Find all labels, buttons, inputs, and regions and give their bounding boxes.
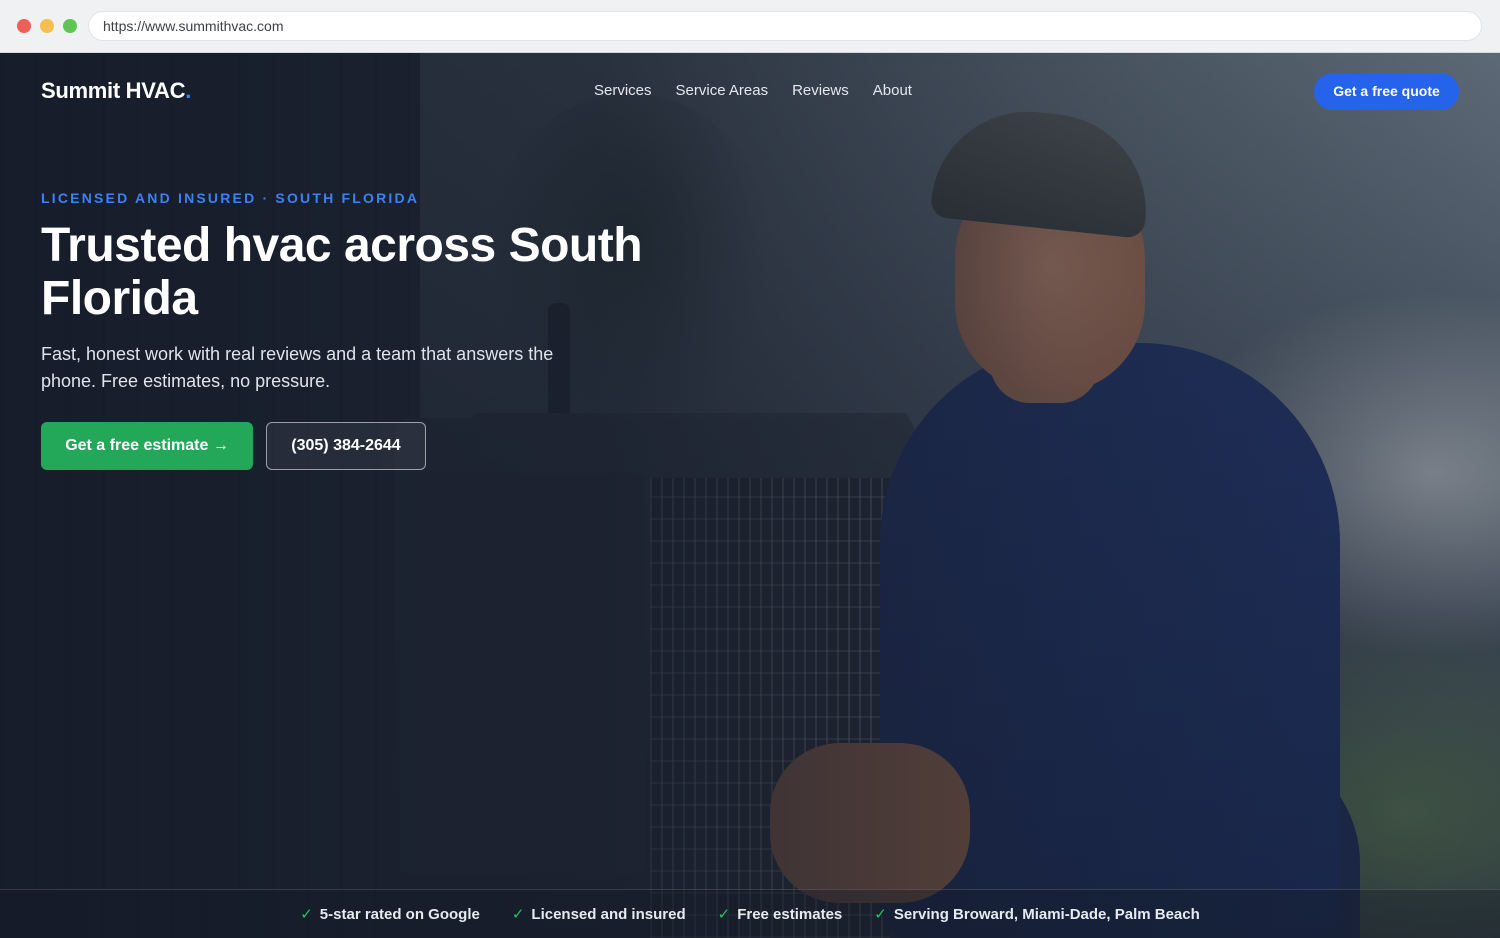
hero-headline: Trusted hvac across South Florida xyxy=(41,219,643,325)
logo-text: Summit HVAC xyxy=(41,78,186,103)
phone-call-button[interactable]: (305) 384-2644 xyxy=(266,422,426,470)
hero-eyebrow: LICENSED AND INSURED · SOUTH FLORIDA xyxy=(41,190,420,206)
nav-link-services[interactable]: Services xyxy=(594,82,652,99)
check-icon: ✓ xyxy=(874,906,887,923)
get-free-estimate-button[interactable]: Get a free estimate → xyxy=(41,422,253,470)
close-window-icon[interactable] xyxy=(17,19,31,33)
trust-item: ✓ 5-star rated on Google xyxy=(300,905,480,924)
trust-item: ✓ Serving Broward, Miami-Dade, Palm Beac… xyxy=(874,905,1200,924)
trust-item: ✓ Free estimates xyxy=(717,905,843,924)
check-icon: ✓ xyxy=(300,906,313,923)
check-icon: ✓ xyxy=(511,906,525,923)
trust-item-label: Free estimates xyxy=(737,905,843,923)
trust-item-label: Serving Broward, Miami-Dade, Palm Beach xyxy=(893,905,1200,923)
check-icon: ✓ xyxy=(717,906,731,923)
nav-link-service-areas[interactable]: Service Areas xyxy=(676,82,769,99)
maximize-window-icon[interactable] xyxy=(63,19,77,33)
get-free-quote-button[interactable]: Get a free quote xyxy=(1314,73,1459,110)
trust-bar: ✓ 5-star rated on Google ✓ Licensed and … xyxy=(0,889,1500,938)
browser-chrome: https://www.summithvac.com xyxy=(0,0,1500,53)
main-nav: Services Service Areas Reviews About xyxy=(594,82,936,99)
address-bar[interactable]: https://www.summithvac.com xyxy=(88,11,1482,41)
trust-item-label: 5-star rated on Google xyxy=(319,905,480,923)
trust-item: ✓ Licensed and insured xyxy=(511,905,686,924)
site-logo[interactable]: Summit HVAC. xyxy=(41,78,191,104)
nav-link-reviews[interactable]: Reviews xyxy=(792,82,849,99)
logo-dot: . xyxy=(185,78,192,103)
trust-item-label: Licensed and insured xyxy=(531,905,686,923)
hero-section: Summit HVAC. Services Service Areas Revi… xyxy=(0,53,1500,938)
nav-link-about[interactable]: About xyxy=(873,82,912,99)
hero-subtext: Fast, honest work with real reviews and … xyxy=(41,344,554,391)
minimize-window-icon[interactable] xyxy=(40,19,54,33)
